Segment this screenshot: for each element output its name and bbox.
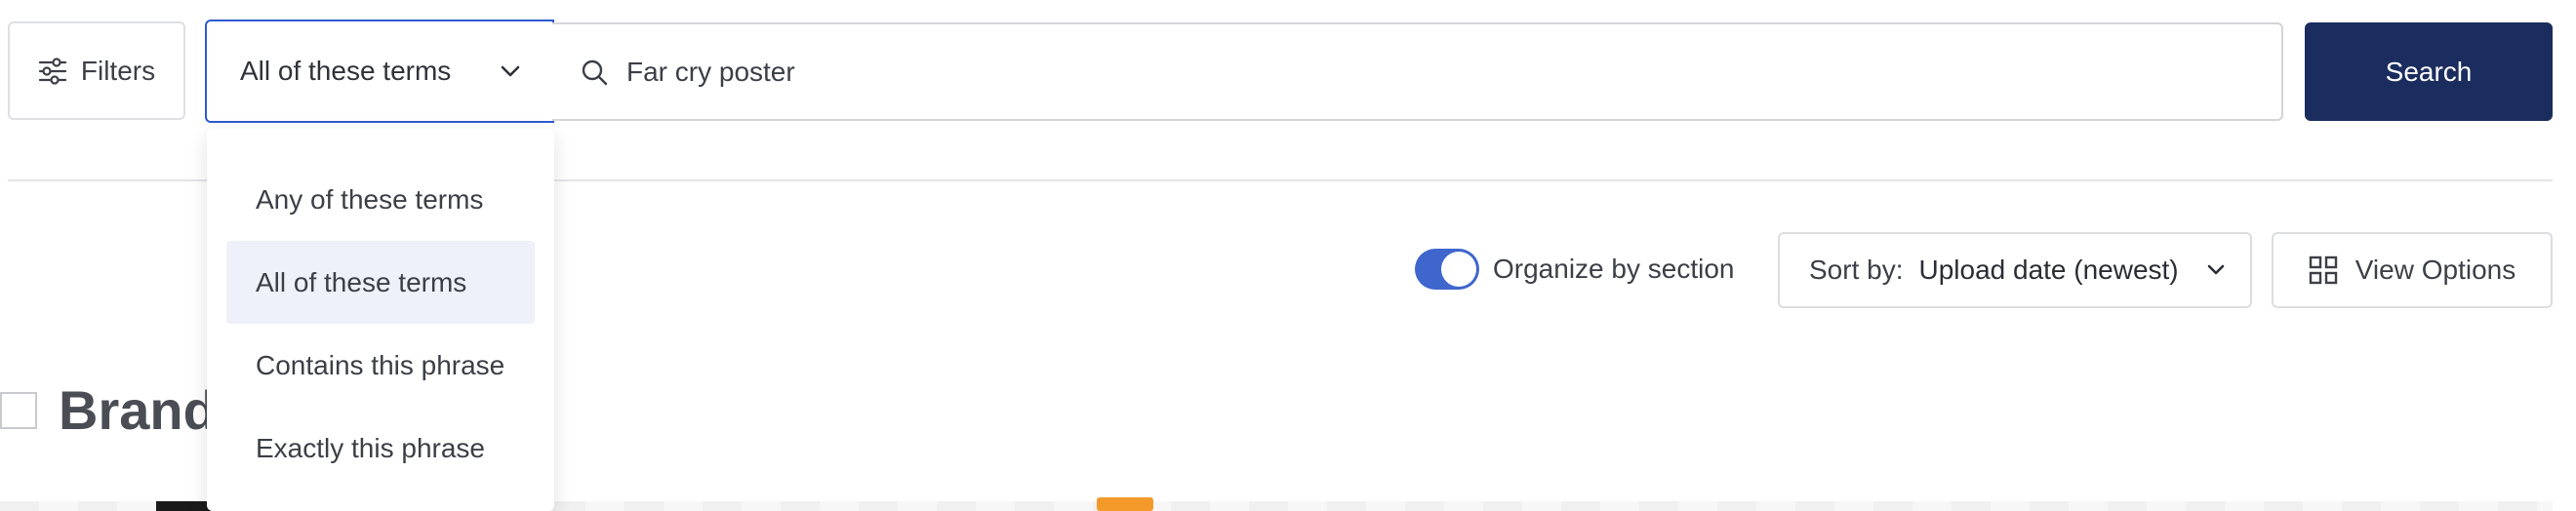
organize-by-section-control: Organize by section bbox=[1415, 249, 1734, 290]
chevron-down-icon bbox=[2204, 258, 2228, 282]
asset-search-page: Filters All of these terms Search Organi… bbox=[0, 0, 2576, 511]
organize-by-section-toggle[interactable] bbox=[1415, 249, 1479, 290]
search-field[interactable] bbox=[552, 22, 2283, 121]
search-button[interactable]: Search bbox=[2305, 22, 2553, 121]
sort-value: Upload date (newest) bbox=[1918, 255, 2179, 285]
search-input[interactable] bbox=[626, 56, 2090, 88]
organize-by-section-label: Organize by section bbox=[1493, 254, 1735, 284]
asset-thumbnail-badge bbox=[1097, 497, 1153, 511]
search-mode-option-all[interactable]: All of these terms bbox=[226, 241, 535, 324]
section-select-checkbox[interactable] bbox=[0, 392, 37, 429]
search-mode-option-any[interactable]: Any of these terms bbox=[226, 158, 535, 241]
sort-dropdown[interactable]: Sort by: Upload date (newest) bbox=[1778, 232, 2252, 308]
sliders-icon bbox=[38, 57, 67, 85]
filters-label: Filters bbox=[80, 55, 156, 86]
toggle-knob bbox=[1441, 252, 1476, 287]
search-icon bbox=[580, 58, 609, 87]
grid-icon bbox=[2309, 256, 2338, 285]
sort-label: Sort by: bbox=[1809, 255, 1904, 285]
view-options-label: View Options bbox=[2355, 255, 2516, 285]
search-mode-option-contains-phrase[interactable]: Contains this phrase bbox=[226, 324, 535, 407]
search-mode-menu: Any of these terms All of these terms Co… bbox=[207, 129, 554, 511]
chevron-down-icon bbox=[498, 59, 523, 84]
search-mode-value: All of these terms bbox=[240, 56, 452, 86]
filters-button[interactable]: Filters bbox=[8, 21, 185, 120]
search-mode-select[interactable]: All of these terms bbox=[205, 20, 554, 123]
view-options-button[interactable]: View Options bbox=[2272, 232, 2553, 308]
section-title: Brand bbox=[59, 379, 217, 441]
search-mode-option-exact-phrase[interactable]: Exactly this phrase bbox=[226, 407, 535, 490]
